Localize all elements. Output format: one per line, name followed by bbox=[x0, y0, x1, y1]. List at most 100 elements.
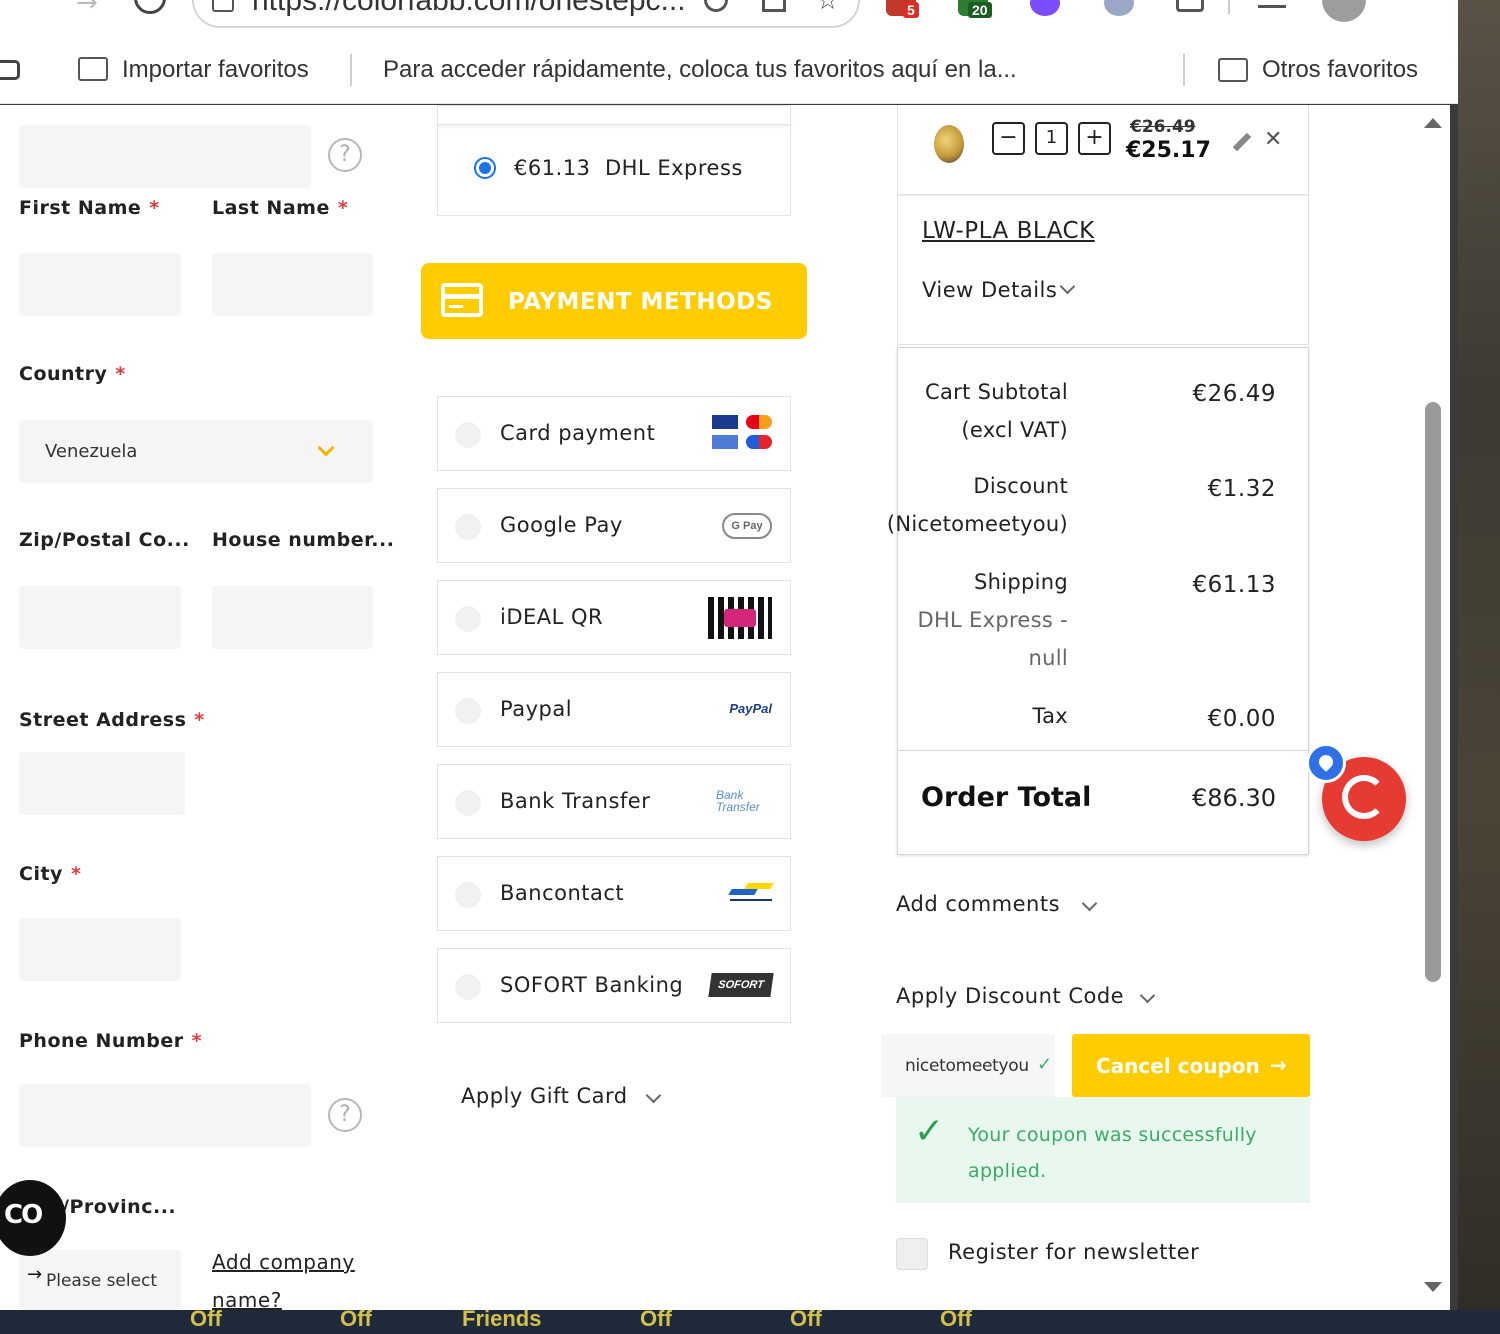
payment-radio[interactable] bbox=[455, 974, 481, 1000]
province-label: /Provinc... bbox=[62, 1196, 177, 1218]
scroll-up-arrow-icon[interactable] bbox=[1424, 118, 1442, 128]
chat-logo-icon bbox=[1342, 775, 1386, 819]
payment-radio[interactable] bbox=[455, 882, 481, 908]
arrow-icon: → bbox=[27, 1264, 43, 1285]
bookmarks-bar: Importar favoritos Para acceder rápidame… bbox=[0, 38, 1458, 104]
cancel-coupon-button[interactable]: Cancel coupon → bbox=[1072, 1034, 1310, 1097]
street-address-input[interactable] bbox=[19, 752, 185, 815]
payment-label: Card payment bbox=[500, 421, 656, 445]
add-company-link[interactable]: name? bbox=[212, 1288, 282, 1312]
tax-label: Tax bbox=[1032, 704, 1068, 728]
url-text[interactable]: https://colorfabb.com/onestepc... bbox=[252, 0, 686, 18]
other-bookmarks[interactable]: Otros favoritos bbox=[1262, 56, 1418, 84]
cart-item-details: LW-PLA BLACK View Details bbox=[897, 195, 1309, 345]
add-company-link[interactable]: Add company bbox=[212, 1250, 355, 1274]
quantity-input[interactable]: 1 bbox=[1035, 122, 1068, 155]
shipping-label: Shipping bbox=[973, 570, 1068, 594]
payment-option-ideal[interactable]: iDEAL QR bbox=[437, 580, 791, 655]
phone-input[interactable] bbox=[19, 1084, 311, 1147]
edit-icon[interactable] bbox=[1232, 132, 1252, 152]
payment-radio[interactable] bbox=[455, 422, 481, 448]
zip-input[interactable] bbox=[19, 586, 181, 649]
label-text: Last Name bbox=[212, 197, 330, 219]
back-icon[interactable]: → bbox=[76, 0, 98, 18]
check-icon: ✓ bbox=[914, 1111, 945, 1152]
order-total-value: €86.30 bbox=[1192, 784, 1276, 812]
view-details-toggle[interactable]: View Details bbox=[922, 278, 1057, 302]
arrow-right-icon: → bbox=[1270, 1053, 1287, 1077]
required-mark: * bbox=[191, 1030, 203, 1052]
city-input[interactable] bbox=[19, 918, 181, 981]
bancontact-icon bbox=[728, 883, 774, 905]
star-icon[interactable]: ☆ bbox=[816, 0, 839, 16]
apply-gift-card-toggle[interactable]: Apply Gift Card bbox=[461, 1084, 628, 1108]
payment-option-paypal[interactable]: Paypal PayPal bbox=[437, 672, 791, 747]
folder-icon bbox=[1218, 58, 1248, 82]
newsletter-checkbox[interactable] bbox=[896, 1238, 928, 1270]
tax-value: €0.00 bbox=[1207, 706, 1276, 732]
sofort-icon: SOFORT bbox=[708, 973, 774, 997]
country-value: Venezuela bbox=[45, 441, 138, 462]
country-label: Country * bbox=[19, 363, 126, 385]
apps-icon[interactable] bbox=[0, 60, 20, 80]
label-text: Phone Number bbox=[19, 1030, 184, 1052]
payment-radio[interactable] bbox=[455, 790, 481, 816]
shipping-method: DHL Express - bbox=[917, 608, 1068, 632]
scroll-down-arrow-icon[interactable] bbox=[1424, 1282, 1442, 1292]
payment-option-bancontact[interactable]: Bancontact bbox=[437, 856, 791, 931]
extension-icon[interactable] bbox=[1104, 0, 1134, 16]
browser-toolbar: → https://colorfabb.com/onestepc... ☆ 5 … bbox=[0, 0, 1458, 38]
required-mark: * bbox=[115, 363, 126, 385]
house-number-label: House number... bbox=[212, 529, 395, 551]
scrollbar-thumb[interactable] bbox=[1425, 402, 1441, 982]
house-number-input[interactable] bbox=[212, 586, 373, 649]
extension-icon[interactable] bbox=[1030, 0, 1060, 16]
product-name[interactable]: LW-PLA BLACK bbox=[922, 218, 1095, 244]
quantity-plus-button[interactable]: + bbox=[1078, 122, 1111, 155]
import-bookmarks[interactable]: Importar favoritos bbox=[122, 56, 309, 84]
divider bbox=[1183, 54, 1185, 86]
avatar[interactable] bbox=[1322, 0, 1366, 22]
install-icon[interactable] bbox=[762, 0, 786, 12]
label-text: City bbox=[19, 863, 63, 885]
label-text: Street Address bbox=[19, 709, 187, 731]
credit-card-icon bbox=[441, 283, 483, 317]
payment-option-google-pay[interactable]: Google Pay G Pay bbox=[437, 488, 791, 563]
payment-radio[interactable] bbox=[455, 606, 481, 632]
company-input[interactable] bbox=[19, 125, 311, 188]
discount-label: (Nicetomeetyou) bbox=[886, 512, 1068, 536]
payment-option-bank-transfer[interactable]: Bank Transfer Bank Transfer bbox=[437, 764, 791, 839]
help-icon[interactable]: ? bbox=[328, 138, 362, 172]
payment-methods-button[interactable]: PAYMENT METHODS bbox=[421, 263, 807, 339]
payment-option-card[interactable]: Card payment bbox=[437, 396, 791, 471]
chevron-down-icon bbox=[1059, 278, 1076, 295]
shipping-radio[interactable] bbox=[474, 157, 496, 179]
close-icon[interactable]: ✕ bbox=[1264, 127, 1282, 152]
media-icon[interactable] bbox=[1258, 0, 1286, 8]
site-info-icon[interactable] bbox=[212, 0, 234, 12]
menu-icon[interactable]: ⋯ bbox=[1404, 0, 1428, 10]
payment-radio[interactable] bbox=[455, 514, 481, 540]
coupon-input[interactable]: nicetomeetyou ✓ bbox=[881, 1034, 1055, 1097]
extension-badge: 5 bbox=[903, 2, 919, 18]
reload-icon[interactable] bbox=[134, 0, 166, 14]
puzzle-icon[interactable] bbox=[1176, 0, 1204, 12]
cart-item: − 1 + €26.49 €25.17 ✕ bbox=[897, 105, 1309, 195]
ideal-qr-icon bbox=[708, 597, 772, 639]
last-name-input[interactable] bbox=[212, 253, 373, 316]
accessibility-label: CO bbox=[4, 1200, 43, 1230]
province-value: Please select bbox=[46, 1271, 158, 1291]
payment-option-sofort[interactable]: SOFORT Banking SOFORT bbox=[437, 948, 791, 1023]
visa-mastercard-icon bbox=[712, 415, 772, 453]
city-label: City * bbox=[19, 863, 81, 885]
help-icon[interactable]: ? bbox=[328, 1098, 362, 1132]
label-text: First Name bbox=[19, 197, 142, 219]
add-comments-toggle[interactable]: Add comments bbox=[896, 892, 1060, 916]
chat-notification-icon[interactable] bbox=[1306, 743, 1346, 783]
quantity-minus-button[interactable]: − bbox=[992, 122, 1025, 155]
coupon-value: nicetomeetyou bbox=[905, 1056, 1029, 1076]
payment-radio[interactable] bbox=[455, 698, 481, 724]
apply-discount-toggle[interactable]: Apply Discount Code bbox=[896, 984, 1124, 1008]
first-name-input[interactable] bbox=[19, 253, 181, 316]
bookmarks-hint: Para acceder rápidamente, coloca tus fav… bbox=[383, 56, 1017, 83]
